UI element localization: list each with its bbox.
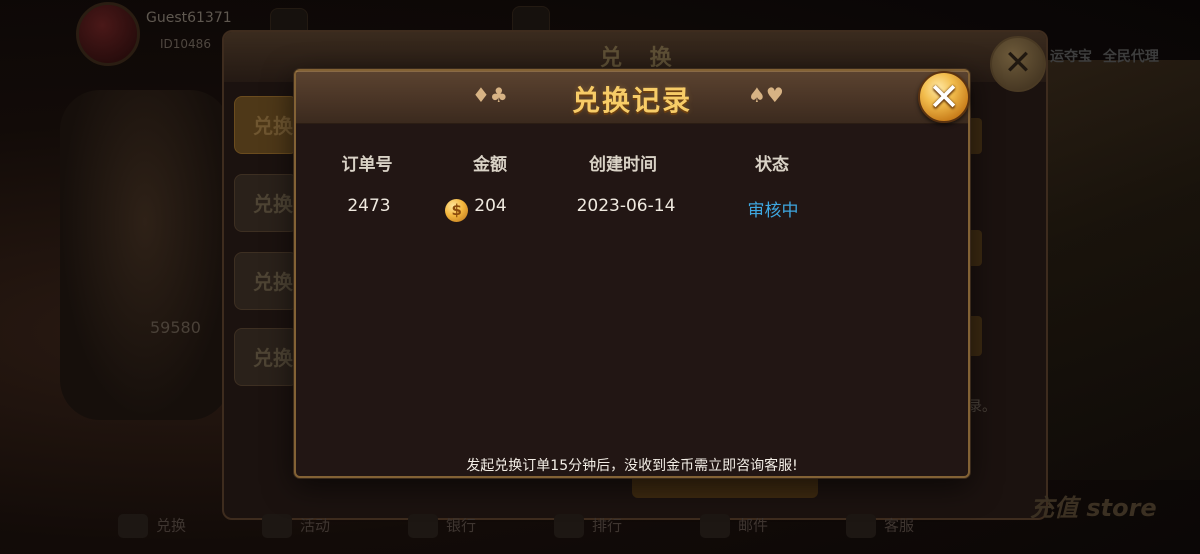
side-tab-exchange[interactable]: 兑换: [234, 174, 298, 232]
exchange-icon: [118, 514, 148, 538]
top-right-labels[interactable]: 运夺宝 全民代理: [1050, 46, 1159, 66]
user-id: ID10486: [160, 37, 211, 51]
nav-item-label: 客服: [884, 516, 915, 535]
column-header-order-no: 订单号: [341, 155, 393, 175]
nav-item-ranking[interactable]: 排行: [554, 514, 622, 538]
close-icon[interactable]: ✕: [918, 71, 970, 123]
top-right-label-treasure[interactable]: 运夺宝: [1050, 49, 1092, 65]
service-icon: [846, 514, 876, 538]
bottom-nav: 兑换 活动 银行 排行 邮件 客服: [0, 504, 1200, 554]
dialog-footer-note: 发起兑换订单15分钟后，没收到金币需立即咨询客服!: [466, 458, 798, 474]
exchange-panel-title: 兑 换: [600, 46, 682, 71]
mail-icon: [700, 514, 730, 538]
bank-icon: [408, 514, 438, 538]
ranking-icon: [554, 514, 584, 538]
nav-item-activity[interactable]: 活动: [262, 514, 330, 538]
side-tab-exchange[interactable]: 兑换: [234, 96, 298, 154]
column-header-status: 状态: [755, 155, 789, 175]
nav-item-bank[interactable]: 银行: [408, 514, 476, 538]
column-header-created-time: 创建时间: [589, 155, 657, 175]
background-character-art: [60, 90, 230, 420]
user-avatar[interactable]: [76, 2, 140, 66]
gold-coin-icon: $: [445, 199, 469, 222]
store-button[interactable]: 充值 store: [1030, 488, 1157, 523]
nav-item-label: 邮件: [738, 516, 769, 535]
nav-item-mail[interactable]: 邮件: [700, 514, 768, 538]
nav-item-label: 活动: [300, 516, 331, 535]
side-tab-exchange[interactable]: 兑换: [234, 328, 298, 386]
row-amount: $204: [406, 196, 546, 222]
exchange-panel-close-icon[interactable]: ✕: [990, 36, 1046, 92]
row-status-badge: 审核中: [747, 201, 799, 221]
nav-item-label: 兑换: [156, 516, 187, 535]
dialog-header: ♦♣ 兑换记录 ♠♥: [296, 71, 968, 124]
side-tab-exchange[interactable]: 兑换: [234, 252, 298, 310]
nav-item-exchange[interactable]: 兑换: [118, 514, 186, 538]
nav-item-label: 排行: [592, 516, 623, 535]
nav-item-service[interactable]: 客服: [846, 514, 914, 538]
background-balance: 59580: [150, 318, 201, 337]
activity-icon: [262, 514, 292, 538]
user-name: Guest61371: [146, 10, 232, 26]
background-note-tail: 录。: [968, 399, 996, 415]
column-header-amount: 金额: [473, 155, 507, 175]
nav-item-label: 银行: [446, 516, 477, 535]
row-amount-value: 204: [474, 196, 507, 216]
dialog-title: 兑换记录: [571, 84, 692, 117]
card-suits-right-icon: ♠♥: [748, 83, 784, 107]
background-promo-art: [1030, 60, 1200, 480]
exchange-records-dialog: ♦♣ 兑换记录 ♠♥: [294, 69, 970, 478]
row-created-time: 2023-06-14: [576, 196, 676, 216]
top-right-label-agent[interactable]: 全民代理: [1103, 49, 1159, 65]
